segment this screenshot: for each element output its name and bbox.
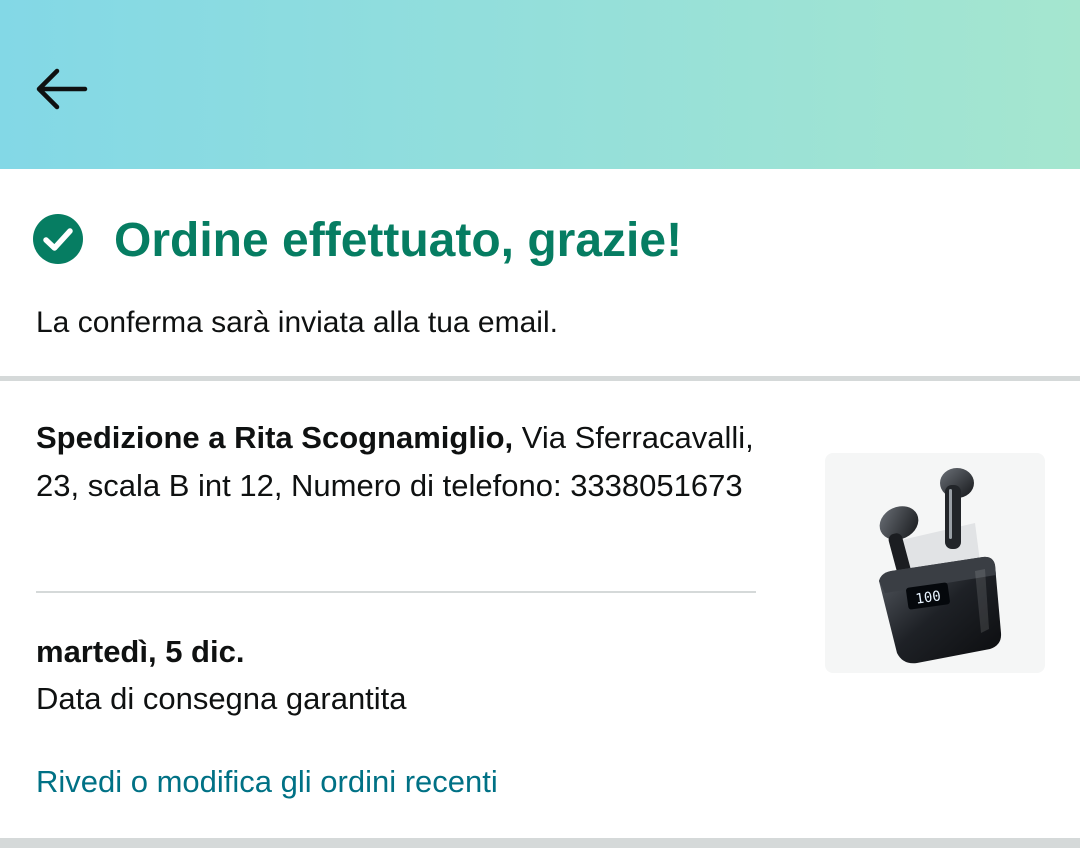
check-circle-icon [33, 214, 83, 264]
back-button[interactable] [28, 56, 94, 122]
shipping-address: Spedizione a Rita Scognamiglio, Via Sfer… [36, 414, 756, 510]
section-divider [0, 376, 1080, 381]
review-orders-link[interactable]: Rivedi o modifica gli ordini recenti [36, 760, 498, 804]
confirmation-title: Ordine effettuato, grazie! [114, 214, 683, 267]
top-header [0, 0, 1080, 169]
order-confirmation-section: Ordine effettuato, grazie! La conferma s… [0, 169, 1080, 376]
shipping-recipient-label: Spedizione a Rita Scognamiglio, [36, 420, 514, 455]
product-thumbnail[interactable]: 100 [825, 453, 1045, 673]
delivery-guarantee-note: Data di consegna garantita [36, 681, 407, 716]
wireless-earbuds-image: 100 [879, 468, 1002, 664]
confirmation-subtitle: La conferma sarà inviata alla tua email. [36, 306, 558, 339]
bottom-divider [0, 838, 1080, 848]
shipping-divider [36, 591, 756, 593]
delivery-date: martedì, 5 dic. [36, 634, 245, 669]
arrow-left-icon [36, 68, 88, 110]
